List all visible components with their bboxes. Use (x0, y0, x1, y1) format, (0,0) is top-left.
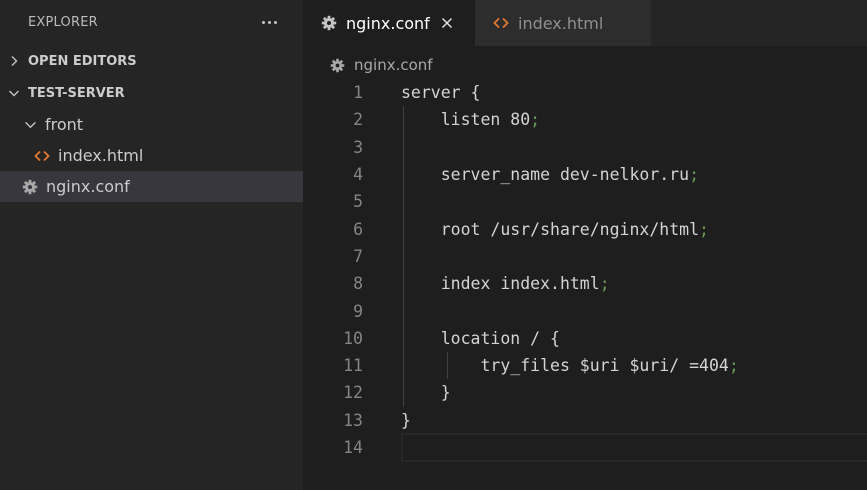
code-text-body: server_name dev-nelkor.ru (401, 165, 690, 185)
gear-icon (321, 15, 337, 31)
code-line[interactable]: 2 listen 80; (303, 106, 867, 133)
explorer-sidebar: EXPLORER OPEN EDITORS TEST-SERVER front … (0, 0, 303, 490)
code-text: server_name dev-nelkor.ru; (401, 165, 699, 184)
line-number: 7 (353, 246, 363, 266)
code-line[interactable]: 10 location / { (303, 325, 867, 352)
code-text-body: location / { (401, 328, 560, 348)
current-line-highlight (401, 432, 867, 463)
chevron-down-icon (0, 87, 28, 99)
semicolon: ; (530, 110, 541, 130)
code-text-body: try_files $uri $uri/ =404 (401, 356, 729, 376)
code-text: try_files $uri $uri/ =404; (401, 356, 739, 376)
tab-bar: nginx.conf index.html (303, 0, 867, 46)
code-line[interactable]: 12 } (303, 379, 867, 406)
code-text: } (401, 383, 451, 402)
line-number: 8 (353, 274, 363, 294)
gear-icon (330, 58, 345, 73)
code-text: listen 80; (401, 110, 540, 129)
code-line[interactable]: 3 (303, 134, 867, 161)
code-text: index index.html; (401, 274, 610, 293)
tree-item-label: nginx.conf (46, 177, 130, 196)
code-line[interactable]: 6 root /usr/share/nginx/html; (303, 215, 867, 242)
breadcrumb-item[interactable]: nginx.conf (354, 56, 433, 74)
code-text-body: listen 80 (401, 110, 531, 130)
code-line[interactable]: 13} (303, 407, 867, 434)
tree-item-label: front (45, 115, 84, 134)
code-line[interactable]: 9 (303, 297, 867, 324)
indent-guide (403, 106, 404, 407)
code-line[interactable]: 7 (303, 243, 867, 270)
line-number: 5 (353, 192, 363, 212)
code-line[interactable]: 8 index index.html; (303, 270, 867, 297)
tree-file-index-html[interactable]: index.html (0, 140, 303, 171)
html-file-icon (493, 17, 509, 29)
chevron-down-icon (24, 118, 37, 131)
line-number: 3 (353, 137, 363, 157)
code-line[interactable]: 14 (303, 432, 867, 463)
code-text-body: root /usr/share/nginx/html (401, 219, 700, 239)
line-number: 1 (353, 83, 363, 103)
code-line[interactable]: 5 (303, 188, 867, 215)
tab-label: index.html (518, 13, 604, 33)
semicolon: ; (689, 165, 700, 185)
code-text: location / { (401, 329, 560, 348)
code-text-body: } (401, 383, 451, 403)
indent-guide (447, 352, 448, 380)
section-label: OPEN EDITORS (28, 53, 137, 69)
line-number: 9 (353, 301, 363, 321)
code-text-body: server { (401, 83, 481, 103)
line-number: 14 (343, 438, 363, 457)
line-number: 2 (353, 110, 363, 130)
tab-nginx-conf[interactable]: nginx.conf (303, 0, 475, 46)
tab-label: nginx.conf (346, 13, 430, 33)
section-open-editors[interactable]: OPEN EDITORS (0, 45, 303, 77)
gear-icon (22, 179, 38, 195)
code-editor[interactable]: 1 server { 2 listen 80; 3 4 server_name dev-… (303, 79, 867, 463)
semicolon: ; (699, 219, 709, 239)
semicolon: ; (728, 356, 739, 376)
editor-area: nginx.conf index.html nginx.conf 1 serve… (303, 0, 867, 490)
section-label: TEST-SERVER (28, 85, 125, 101)
line-number: 11 (343, 356, 363, 376)
line-number: 12 (343, 383, 363, 403)
line-number: 6 (353, 219, 363, 239)
explorer-title: EXPLORER (28, 15, 98, 30)
explorer-header: EXPLORER (0, 0, 303, 45)
line-number: 4 (353, 165, 363, 185)
line-number: 10 (343, 328, 363, 348)
tab-index-html[interactable]: index.html (475, 0, 651, 46)
semicolon: ; (599, 274, 610, 294)
code-text: } (401, 411, 411, 430)
code-line[interactable]: 1 server { (303, 79, 867, 106)
tree-folder-front[interactable]: front (0, 109, 303, 140)
html-file-icon (34, 150, 50, 162)
code-line[interactable]: 11 try_files $uri $uri/ =404; (303, 352, 867, 379)
more-actions-icon[interactable] (262, 17, 277, 28)
code-text-body: index index.html (401, 274, 600, 294)
code-text-body: } (401, 410, 411, 430)
tree-item-label: index.html (58, 146, 144, 165)
line-number: 13 (343, 410, 363, 430)
code-text: root /usr/share/nginx/html; (401, 220, 709, 239)
chevron-right-icon (0, 55, 28, 67)
tree-file-nginx-conf[interactable]: nginx.conf (0, 171, 303, 202)
section-test-server[interactable]: TEST-SERVER (0, 77, 303, 109)
close-icon[interactable] (440, 16, 454, 30)
code-line[interactable]: 4 server_name dev-nelkor.ru; (303, 161, 867, 188)
code-text: server { (401, 83, 480, 102)
